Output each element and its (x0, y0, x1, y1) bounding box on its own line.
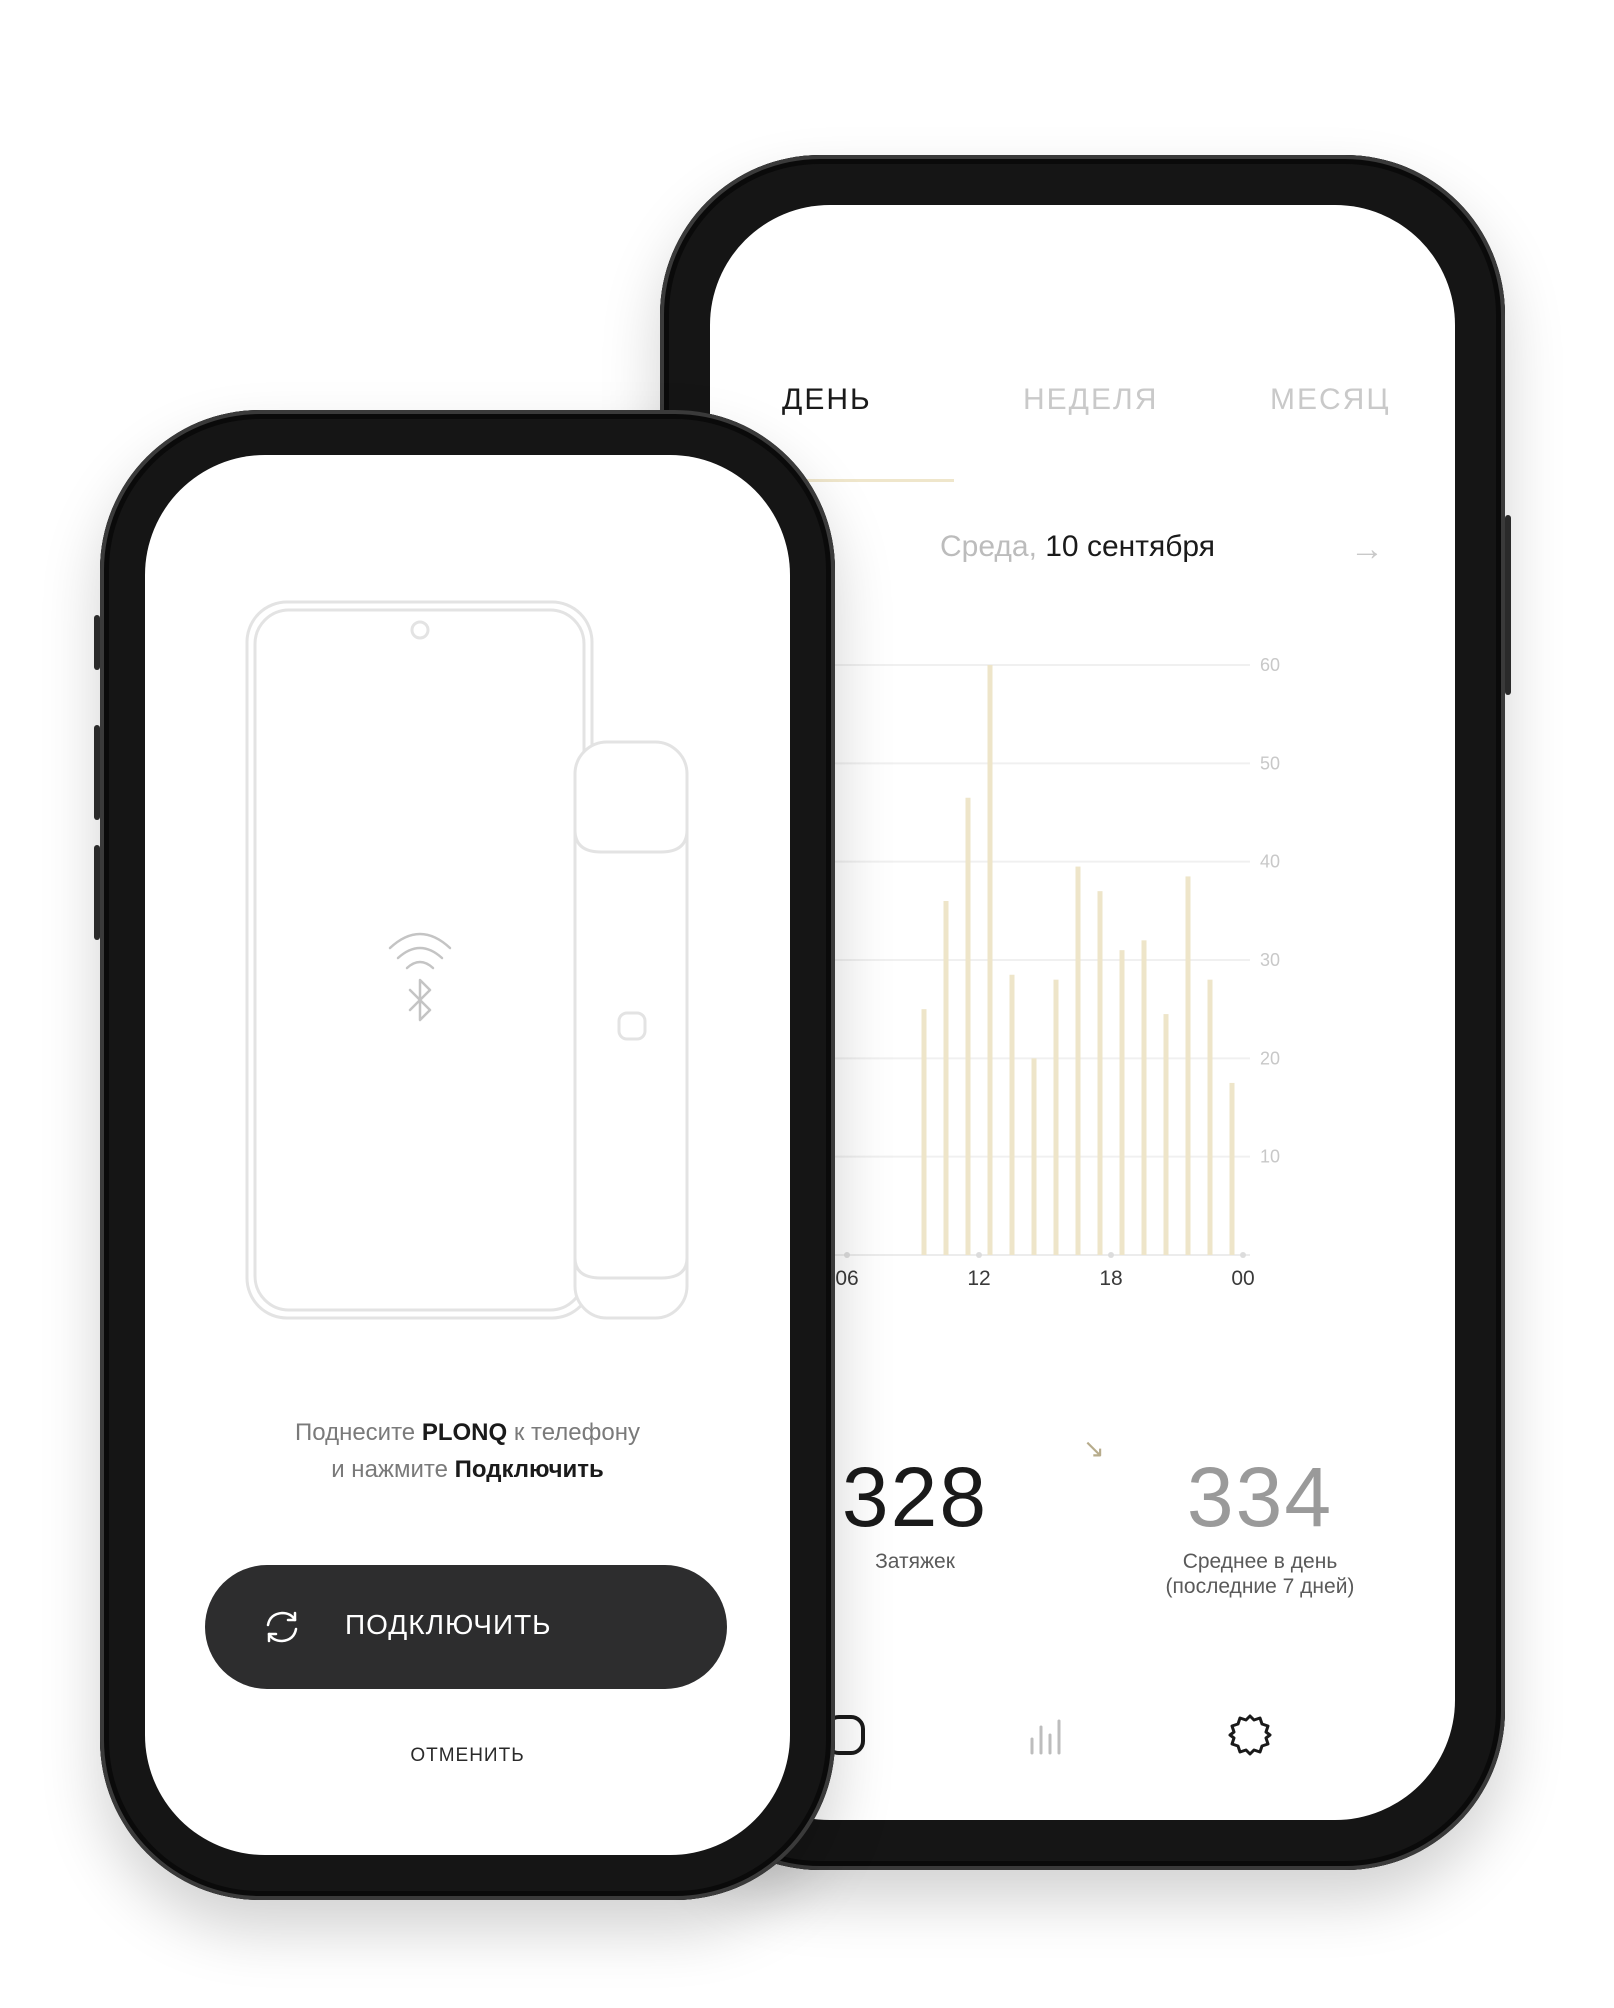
y-tick-label: 30 (1260, 950, 1280, 970)
mute-switch (94, 615, 100, 670)
x-tick-label: 12 (967, 1267, 990, 1290)
x-tick-label: 06 (835, 1267, 858, 1290)
chart-bar (1163, 1014, 1169, 1255)
wifi-icon (388, 932, 452, 970)
instruction-text: Поднесите (295, 1419, 422, 1446)
phone-and-device-illustration (245, 600, 689, 1320)
average-label-line2: (последние 7 дней) (1165, 1575, 1355, 1599)
chart-empty-marker (976, 1252, 982, 1258)
connect-button-label: ПОДКЛЮЧИТЬ (345, 1609, 552, 1640)
x-tick-label: 18 (1099, 1267, 1122, 1290)
settings-icon[interactable] (1220, 1705, 1280, 1765)
tab-day[interactable]: ДЕНЬ (782, 383, 872, 417)
x-tick-label: 00 (1231, 1267, 1254, 1290)
chart-empty-marker (1108, 1252, 1114, 1258)
chart-bar (1053, 979, 1059, 1255)
stats-icon[interactable] (1016, 1705, 1076, 1765)
phone-outline (245, 600, 594, 1320)
instruction-text: к телефону (507, 1419, 640, 1446)
chart-bar (1009, 974, 1015, 1255)
phone-inner-outline (253, 608, 586, 1312)
tab-month[interactable]: МЕСЯЦ (1270, 383, 1391, 417)
chart-bar (1141, 940, 1147, 1255)
average-count: 334 (1186, 1450, 1334, 1544)
chart-bar (943, 901, 949, 1255)
weekday-label: Среда, (940, 530, 1037, 563)
power-button (1505, 515, 1511, 695)
sync-icon (266, 1611, 298, 1643)
cancel-link[interactable]: ОТМЕНИТЬ (145, 1745, 790, 1767)
y-tick-label: 60 (1260, 655, 1280, 675)
average-label-line1: Среднее в день (1182, 1550, 1338, 1573)
instruction-line-1: Поднесите PLONQ к телефону (145, 1415, 790, 1451)
chart-bar (1031, 1058, 1037, 1255)
chart-empty-marker (1240, 1252, 1246, 1258)
chart-bar (965, 797, 971, 1255)
connect-keyword: Подключить (454, 1456, 604, 1483)
y-tick-label: 40 (1260, 852, 1280, 872)
trend-down-icon: ↘ (1083, 1433, 1105, 1463)
volume-up-button (94, 725, 100, 820)
phone-camera (410, 620, 430, 640)
tab-week[interactable]: НЕДЕЛЯ (1023, 383, 1158, 417)
device-name: PLONQ (421, 1419, 508, 1446)
period-tabs: ДЕНЬ НЕДЕЛЯ МЕСЯЦ (710, 383, 1455, 482)
chart-bar (1075, 866, 1081, 1255)
phone-connect: Поднесите PLONQ к телефону и нажмите Под… (94, 410, 835, 1900)
chart-bar (1119, 950, 1125, 1255)
chart-bar (1097, 891, 1103, 1255)
y-tick-label: 10 (1260, 1147, 1280, 1167)
date-label: 10 сентября (1045, 530, 1215, 563)
connect-button[interactable]: ПОДКЛЮЧИТЬ (205, 1565, 727, 1689)
average-stat: 334 Среднее в день (последние 7 дней) (1110, 1455, 1410, 1599)
next-day-arrow-icon[interactable]: → (1350, 530, 1384, 569)
instruction-text: и нажмите (331, 1456, 455, 1483)
chart-empty-marker (844, 1252, 850, 1258)
chart-bar (987, 665, 993, 1255)
bluetooth-icon (408, 978, 432, 1022)
chart-bar (1185, 876, 1191, 1255)
instruction-line-2: и нажмите Подключить (145, 1452, 790, 1488)
y-tick-label: 20 (1260, 1048, 1280, 1068)
device-outline (573, 740, 689, 1320)
connect-screen: Поднесите PLONQ к телефону и нажмите Под… (145, 455, 790, 1855)
chart-bar (1207, 979, 1213, 1255)
current-date: Среда, 10 сентября (940, 530, 1215, 564)
volume-down-button (94, 845, 100, 940)
y-tick-label: 50 (1260, 753, 1280, 773)
chart-bar (1229, 1082, 1235, 1255)
chart-bar (921, 1009, 927, 1255)
